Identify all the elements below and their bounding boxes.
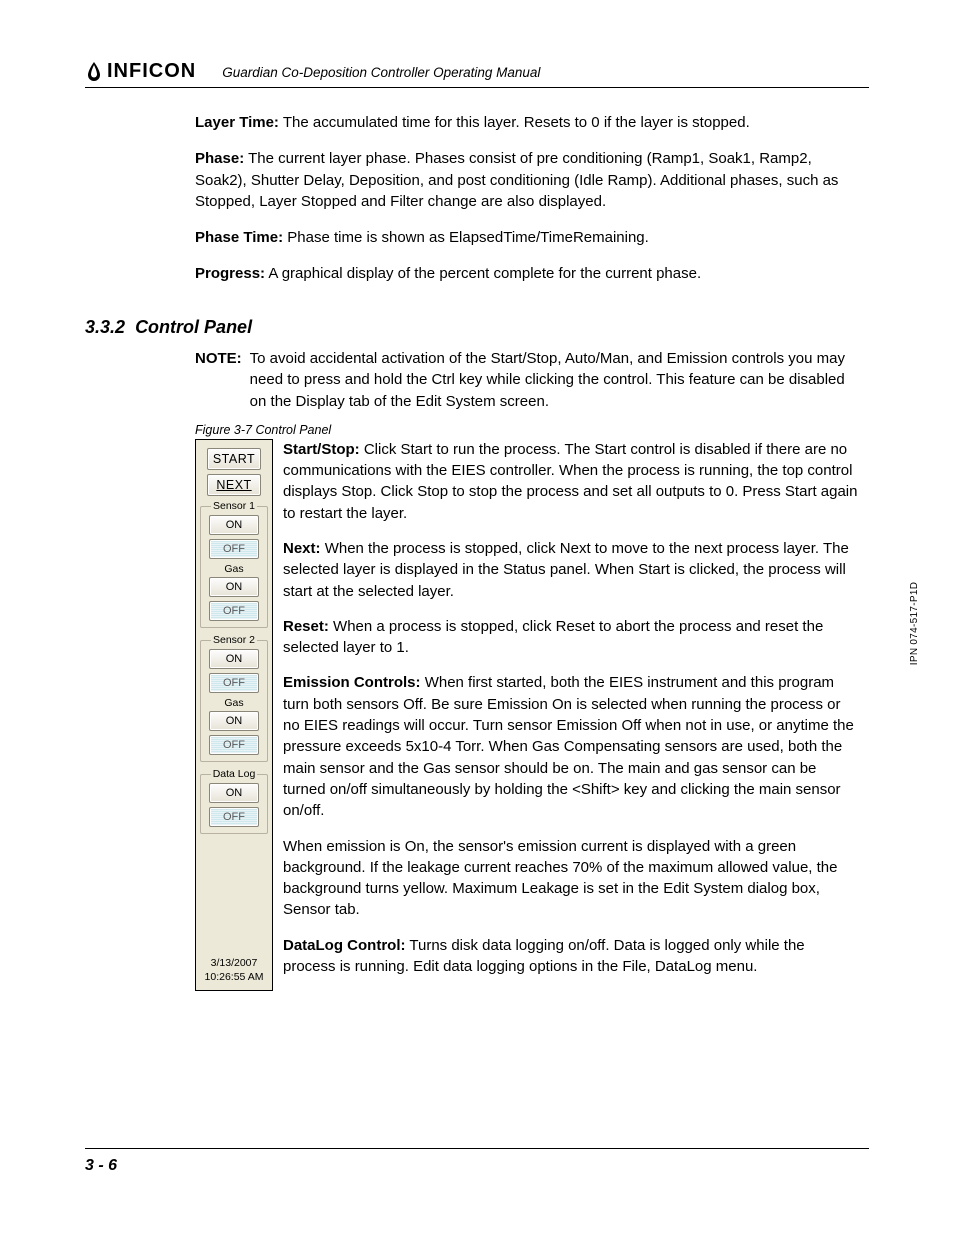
ipn-sidebar-text: IPN 074-517-P1D <box>909 581 920 664</box>
def-progress: Progress: A graphical display of the per… <box>195 263 859 285</box>
desc-datalog: DataLog Control: Turns disk data logging… <box>283 935 859 978</box>
section-heading: 3.3.2 Control Panel <box>85 317 859 338</box>
page-number: 3 - 6 <box>85 1148 869 1175</box>
page-header: INFICON Guardian Co-Deposition Controlle… <box>85 58 869 88</box>
def-layer-time: Layer Time: The accumulated time for thi… <box>195 112 859 134</box>
desc-reset: Reset: When a process is stopped, click … <box>283 616 859 659</box>
next-button[interactable]: NEXT <box>207 474 261 496</box>
desc-emission-2: When emission is On, the sensor's emissi… <box>283 836 859 921</box>
datalog-on-button[interactable]: ON <box>209 783 259 803</box>
datalog-group: Data Log ON OFF <box>200 774 268 834</box>
sensor2-gas-off-button[interactable]: OFF <box>209 735 259 755</box>
def-phase-time: Phase Time: Phase time is shown as Elaps… <box>195 227 859 249</box>
sensor1-group: Sensor 1 ON OFF Gas ON OFF <box>200 506 268 628</box>
datalog-off-button[interactable]: OFF <box>209 807 259 827</box>
sensor1-off-button[interactable]: OFF <box>209 539 259 559</box>
brand-logo: INFICON <box>85 60 196 83</box>
note-text: To avoid accidental activation of the St… <box>250 348 859 413</box>
sensor1-on-button[interactable]: ON <box>209 515 259 535</box>
start-button[interactable]: START <box>207 448 261 470</box>
control-panel-figure: START NEXT Sensor 1 ON OFF Gas ON OFF Se… <box>195 439 273 992</box>
timestamp: 3/13/2007 10:26:55 AM <box>205 923 264 984</box>
sensor2-off-button[interactable]: OFF <box>209 673 259 693</box>
def-phase: Phase: The current layer phase. Phases c… <box>195 148 859 213</box>
desc-emission: Emission Controls: When first started, b… <box>283 672 859 821</box>
droplet-icon <box>85 61 103 83</box>
sensor2-on-button[interactable]: ON <box>209 649 259 669</box>
brand-text: INFICON <box>107 60 196 83</box>
sensor2-gas-on-button[interactable]: ON <box>209 711 259 731</box>
note-label: NOTE: <box>195 348 242 413</box>
desc-startstop: Start/Stop: Click Start to run the proce… <box>283 439 859 524</box>
desc-next: Next: When the process is stopped, click… <box>283 538 859 602</box>
figure-caption: Figure 3-7 Control Panel <box>195 423 859 437</box>
sensor1-gas-on-button[interactable]: ON <box>209 577 259 597</box>
note-block: NOTE: To avoid accidental activation of … <box>195 348 859 413</box>
doc-title: Guardian Co-Deposition Controller Operat… <box>222 65 540 81</box>
sensor1-gas-off-button[interactable]: OFF <box>209 601 259 621</box>
sensor2-group: Sensor 2 ON OFF Gas ON OFF <box>200 640 268 762</box>
